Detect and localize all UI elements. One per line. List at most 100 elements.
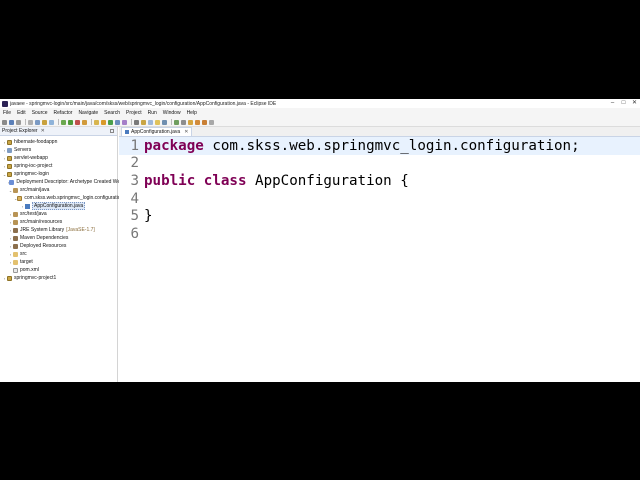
new-package-icon[interactable]: [101, 119, 106, 125]
last-edit-icon[interactable]: [188, 119, 193, 125]
menu-edit[interactable]: Edit: [14, 110, 29, 116]
proj-icon: [7, 171, 12, 177]
pkg-icon: [17, 195, 23, 201]
pkgroot-icon: [13, 187, 18, 193]
tree-item[interactable]: › Maven Dependencies: [0, 234, 117, 242]
external-tools-icon[interactable]: [75, 119, 80, 125]
menu-project[interactable]: Project: [123, 110, 145, 116]
tree-item[interactable]: › hibernate-foodappn: [0, 138, 117, 146]
menu-help[interactable]: Help: [184, 110, 200, 116]
pkgroot-icon: [13, 211, 18, 217]
coverage-icon[interactable]: [82, 119, 87, 125]
code-rest: }: [144, 208, 153, 225]
proj-icon: [7, 155, 12, 161]
more-icon[interactable]: [209, 119, 214, 125]
new-icon[interactable]: [2, 119, 7, 125]
tree-item[interactable]: ⌄ com.skss.web.springmvc_login.configurat…: [0, 194, 123, 202]
server-icon[interactable]: [49, 119, 54, 125]
tree-item-label: JRE System Library: [20, 227, 65, 233]
menu-window[interactable]: Window: [160, 110, 184, 116]
tree-item-label: springmvc-login: [14, 171, 50, 177]
next-annotation-icon[interactable]: [174, 119, 179, 125]
new-class-icon[interactable]: [108, 119, 113, 125]
save-icon[interactable]: [9, 119, 14, 125]
forward-icon[interactable]: [202, 119, 207, 125]
save-all-icon[interactable]: [16, 119, 21, 125]
eclipse-icon: [2, 100, 8, 107]
terminal-icon[interactable]: [35, 119, 40, 125]
proj-icon: [7, 163, 12, 169]
pin-editor-icon[interactable]: [162, 119, 167, 125]
menu-run[interactable]: Run: [145, 110, 160, 116]
pkgroot-icon: [13, 219, 18, 225]
tree-item[interactable]: › target: [0, 258, 117, 266]
code-line[interactable]: 2: [119, 155, 640, 173]
toggle-mark-icon[interactable]: [148, 119, 153, 125]
code-text: package com.skss.web.springmvc_login.con…: [144, 138, 580, 154]
code-editor[interactable]: 1 package com.skss.web.springmvc_login.co…: [119, 137, 640, 243]
back-icon[interactable]: [195, 119, 200, 125]
new-java-project-icon[interactable]: [94, 119, 99, 125]
tree-item[interactable]: › src/test/java: [0, 210, 117, 218]
tree-item[interactable]: › src/main/resources: [0, 218, 117, 226]
previous-annotation-icon[interactable]: [181, 119, 186, 125]
tree-item-label: hibernate-foodappn: [14, 139, 58, 145]
tree-item[interactable]: › AppConfiguration.java: [0, 202, 117, 210]
debug-icon[interactable]: [61, 119, 66, 125]
project-explorer-title: Project Explorer: [2, 128, 38, 134]
open-type-icon[interactable]: [122, 119, 127, 125]
run-icon[interactable]: [68, 119, 73, 125]
tree-item[interactable]: › springmvc-project1: [0, 274, 117, 282]
tree-item-label: springmvc-project1: [14, 275, 57, 281]
annotation-icon[interactable]: [155, 119, 160, 125]
code-line[interactable]: 4: [119, 190, 640, 208]
tree-item-label: target: [20, 259, 33, 265]
close-icon[interactable]: ✕: [184, 129, 188, 135]
tree-item[interactable]: ›Deployment Descriptor: Archetype Create…: [0, 178, 149, 186]
menu-refactor[interactable]: Refactor: [51, 110, 76, 116]
line-number: 2: [130, 155, 139, 172]
lib-icon: [13, 227, 18, 233]
minimize-button[interactable]: –: [607, 99, 618, 108]
menu-navigate[interactable]: Navigate: [75, 110, 101, 116]
tree-item-label: com.skss.web.springmvc_login.configurati…: [24, 195, 124, 201]
print-icon[interactable]: [28, 119, 33, 125]
toolbar-separator: [25, 119, 26, 125]
tree-item[interactable]: › JRE System Library [JavaSE-1.7]: [0, 226, 117, 234]
tree-item[interactable]: › Servers: [0, 146, 117, 154]
lib-icon: [13, 235, 18, 241]
maximize-button[interactable]: □: [618, 99, 629, 108]
code-line[interactable]: 5}: [119, 207, 640, 225]
tree-item[interactable]: › Deployed Resources: [0, 242, 117, 250]
menu-source[interactable]: Source: [29, 110, 51, 116]
tree-item[interactable]: › servlet-webapp: [0, 154, 117, 162]
tree-item[interactable]: › src: [0, 250, 117, 258]
tree-item-label: servlet-webapp: [14, 155, 48, 161]
tree-item[interactable]: ⌄ src/main/java: [0, 186, 117, 194]
tree-item[interactable]: ⌄ springmvc-login: [0, 170, 117, 178]
open-task-icon[interactable]: [141, 119, 146, 125]
close-button[interactable]: ✕: [629, 99, 640, 108]
tree-item-label: AppConfiguration.java: [32, 202, 86, 210]
new-interface-icon[interactable]: [115, 119, 120, 125]
tree-item-label: Deployed Resources: [20, 243, 67, 249]
menu-search[interactable]: Search: [101, 110, 123, 116]
window-title: javaee - springmvc-login/src/main/java/c…: [10, 100, 277, 107]
minimize-view-icon[interactable]: [110, 129, 114, 133]
menu-file[interactable]: File: [0, 110, 14, 116]
editor-area: AppConfiguration.java ✕ 1 package com.sks…: [119, 127, 640, 382]
code-line[interactable]: 6: [119, 225, 640, 243]
build-icon[interactable]: [42, 119, 47, 125]
project-explorer-tab[interactable]: Project Explorer ✕: [0, 127, 117, 136]
title-bar: javaee - springmvc-login/src/main/java/c…: [0, 99, 640, 108]
code-line[interactable]: 3 public class AppConfiguration {: [119, 172, 640, 190]
close-icon[interactable]: ✕: [41, 128, 45, 134]
toolbar-separator: [171, 119, 172, 125]
editor-tab-appconfiguration[interactable]: AppConfiguration.java ✕: [121, 127, 193, 136]
code-line[interactable]: 1 package com.skss.web.springmvc_login.co…: [119, 137, 640, 155]
tree-item[interactable]: pom.xml: [0, 266, 117, 274]
java-icon: [25, 203, 30, 209]
folder-icon: [13, 259, 18, 265]
search-icon[interactable]: [134, 119, 139, 125]
tree-item[interactable]: › spring-ioc-project: [0, 162, 117, 170]
